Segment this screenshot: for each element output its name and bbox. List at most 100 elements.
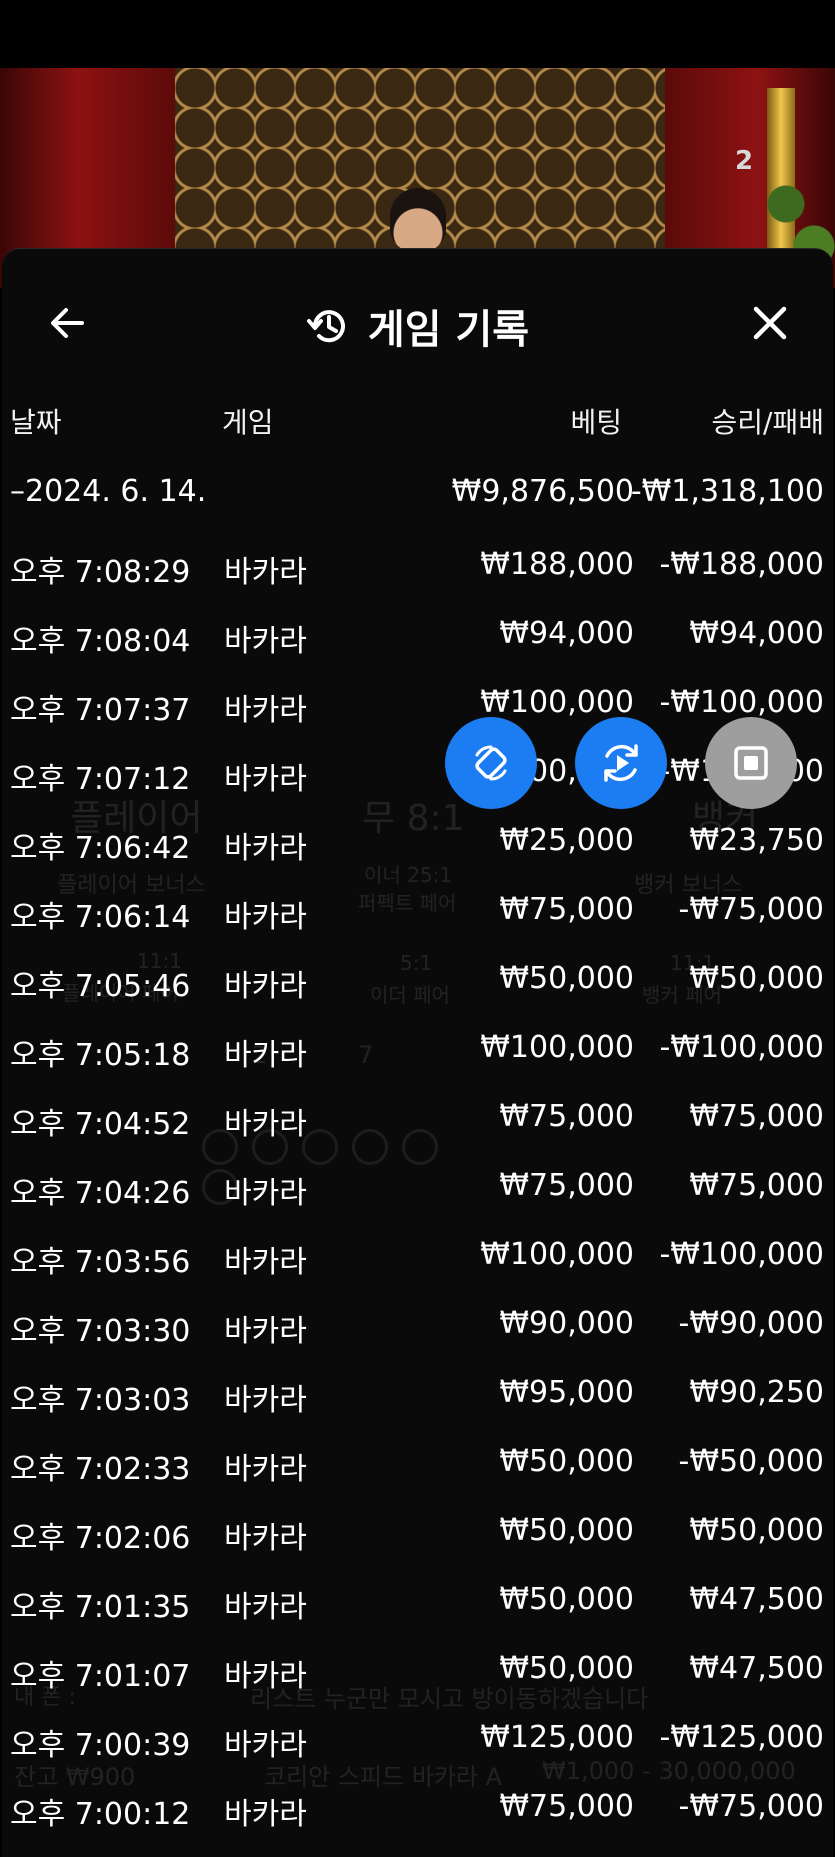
column-header-result: 승리/패배	[711, 406, 824, 439]
row-bet: ₩50,000	[499, 1582, 634, 1617]
row-game: 바카라	[224, 1521, 307, 1556]
row-time: 오후 7:06:14	[10, 900, 191, 935]
row-bet: ₩95,000	[499, 1375, 634, 1410]
row-bet: ₩50,000	[499, 1444, 634, 1479]
page-title: 게임 기록	[367, 307, 530, 353]
game-history-sheet: 플레이어 무 8:1 뱅커 플레이어 보너스 이너 25:1 퍼펙트 페어 뱅커…	[2, 248, 833, 1857]
summary-date[interactable]: –2024. 6. 14.	[10, 474, 206, 509]
history-row[interactable]: 오후 7:02:06 바카라 ₩50,000 ₩50,000	[2, 1513, 833, 1582]
row-result: ₩94,000	[689, 616, 824, 651]
row-game: 바카라	[224, 1383, 307, 1418]
history-row[interactable]: 오후 7:00:12 바카라 ₩75,000 -₩75,000	[2, 1789, 833, 1857]
summary-result-total: -₩1,318,100	[630, 474, 824, 509]
row-result: ₩47,500	[689, 1582, 824, 1617]
row-bet: ₩188,000	[480, 547, 634, 582]
row-result: -₩100,000	[659, 1030, 824, 1065]
close-icon	[753, 306, 787, 340]
row-bet: ₩50,000	[499, 1651, 634, 1686]
row-bet: ₩125,000	[480, 1720, 634, 1755]
row-bet: ₩100,000	[480, 1237, 634, 1272]
row-time: 오후 7:08:29	[10, 555, 191, 590]
row-time: 오후 7:00:39	[10, 1728, 191, 1763]
row-time: 오후 7:03:03	[10, 1383, 191, 1418]
row-bet: ₩94,000	[499, 616, 634, 651]
replay-button[interactable]	[575, 717, 667, 809]
row-game: 바카라	[224, 1107, 307, 1142]
history-row[interactable]: 오후 7:04:52 바카라 ₩75,000 ₩75,000	[2, 1099, 833, 1168]
replay-icon	[604, 744, 638, 782]
row-result: -₩90,000	[678, 1306, 824, 1341]
row-game: 바카라	[224, 555, 307, 590]
row-bet: ₩50,000	[499, 1513, 634, 1548]
row-game: 바카라	[224, 900, 307, 935]
row-game: 바카라	[224, 762, 307, 797]
history-row[interactable]: 오후 7:03:30 바카라 ₩90,000 -₩90,000	[2, 1306, 833, 1375]
row-time: 오후 7:03:56	[10, 1245, 191, 1280]
row-result: -₩75,000	[678, 892, 824, 927]
row-game: 바카라	[224, 831, 307, 866]
row-time: 오후 7:02:06	[10, 1521, 191, 1556]
stop-icon	[734, 746, 768, 780]
row-game: 바카라	[224, 1728, 307, 1763]
row-time: 오후 7:03:30	[10, 1314, 191, 1349]
history-row[interactable]: 오후 7:08:04 바카라 ₩94,000 ₩94,000	[2, 616, 833, 685]
history-row[interactable]: 오후 7:04:26 바카라 ₩75,000 ₩75,000	[2, 1168, 833, 1237]
row-time: 오후 7:05:18	[10, 1038, 191, 1073]
row-result: ₩23,750	[689, 823, 824, 858]
history-row[interactable]: 오후 7:05:46 바카라 ₩50,000 ₩50,000	[2, 961, 833, 1030]
row-bet: ₩75,000	[499, 1789, 634, 1824]
row-result: -₩188,000	[659, 547, 824, 582]
history-icon	[306, 310, 345, 343]
row-result: ₩50,000	[689, 1513, 824, 1548]
row-time: 오후 7:04:52	[10, 1107, 191, 1142]
row-result: -₩100,000	[659, 1237, 824, 1272]
row-result: ₩50,000	[689, 961, 824, 996]
row-result: ₩75,000	[689, 1168, 824, 1203]
row-result: -₩50,000	[678, 1444, 824, 1479]
row-time: 오후 7:00:12	[10, 1797, 191, 1832]
row-bet: ₩50,000	[499, 961, 634, 996]
row-result: ₩75,000	[689, 1099, 824, 1134]
row-bet: ₩25,000	[499, 823, 634, 858]
row-result: ₩47,500	[689, 1651, 824, 1686]
row-bet: ₩75,000	[499, 1099, 634, 1134]
history-row[interactable]: 오후 7:06:42 바카라 ₩25,000 ₩23,750	[2, 823, 833, 892]
history-row[interactable]: 오후 7:01:35 바카라 ₩50,000 ₩47,500	[2, 1582, 833, 1651]
history-row[interactable]: 오후 7:05:18 바카라 ₩100,000 -₩100,000	[2, 1030, 833, 1099]
row-time: 오후 7:02:33	[10, 1452, 191, 1487]
history-row[interactable]: 오후 7:02:33 바카라 ₩50,000 -₩50,000	[2, 1444, 833, 1513]
history-row[interactable]: 오후 7:03:56 바카라 ₩100,000 -₩100,000	[2, 1237, 833, 1306]
history-row[interactable]: 오후 7:00:39 바카라 ₩125,000 -₩125,000	[2, 1720, 833, 1789]
row-game: 바카라	[224, 693, 307, 728]
row-time: 오후 7:01:07	[10, 1659, 191, 1694]
row-time: 오후 7:01:35	[10, 1590, 191, 1625]
row-bet: ₩100,000	[480, 1030, 634, 1065]
overlay-number: 2	[735, 146, 754, 176]
row-result: ₩90,250	[689, 1375, 824, 1410]
column-header-bet: 베팅	[570, 406, 622, 439]
rotate-button[interactable]	[445, 717, 537, 809]
row-game: 바카라	[224, 1797, 307, 1832]
close-button[interactable]	[748, 301, 792, 345]
rotate-icon	[475, 745, 507, 781]
row-bet: ₩100,000	[480, 685, 634, 720]
stop-button[interactable]	[705, 717, 797, 809]
summary-bet-total: ₩9,876,500	[451, 474, 634, 509]
row-time: 오후 7:08:04	[10, 624, 191, 659]
history-row[interactable]: 오후 7:01:07 바카라 ₩50,000 ₩47,500	[2, 1651, 833, 1720]
row-time: 오후 7:06:42	[10, 831, 191, 866]
history-row[interactable]: 오후 7:06:14 바카라 ₩75,000 -₩75,000	[2, 892, 833, 961]
row-bet: ₩75,000	[499, 1168, 634, 1203]
row-game: 바카라	[224, 1659, 307, 1694]
row-game: 바카라	[224, 1590, 307, 1625]
status-bar	[0, 0, 835, 68]
row-game: 바카라	[224, 1176, 307, 1211]
row-game: 바카라	[224, 1245, 307, 1280]
row-result: -₩125,000	[659, 1720, 824, 1755]
row-bet: ₩90,000	[499, 1306, 634, 1341]
history-row[interactable]: 오후 7:03:03 바카라 ₩95,000 ₩90,250	[2, 1375, 833, 1444]
column-header-game: 게임	[222, 406, 274, 439]
history-row[interactable]: 오후 7:08:29 바카라 ₩188,000 -₩188,000	[2, 547, 833, 616]
row-time: 오후 7:07:12	[10, 762, 191, 797]
row-bet: ₩75,000	[499, 892, 634, 927]
